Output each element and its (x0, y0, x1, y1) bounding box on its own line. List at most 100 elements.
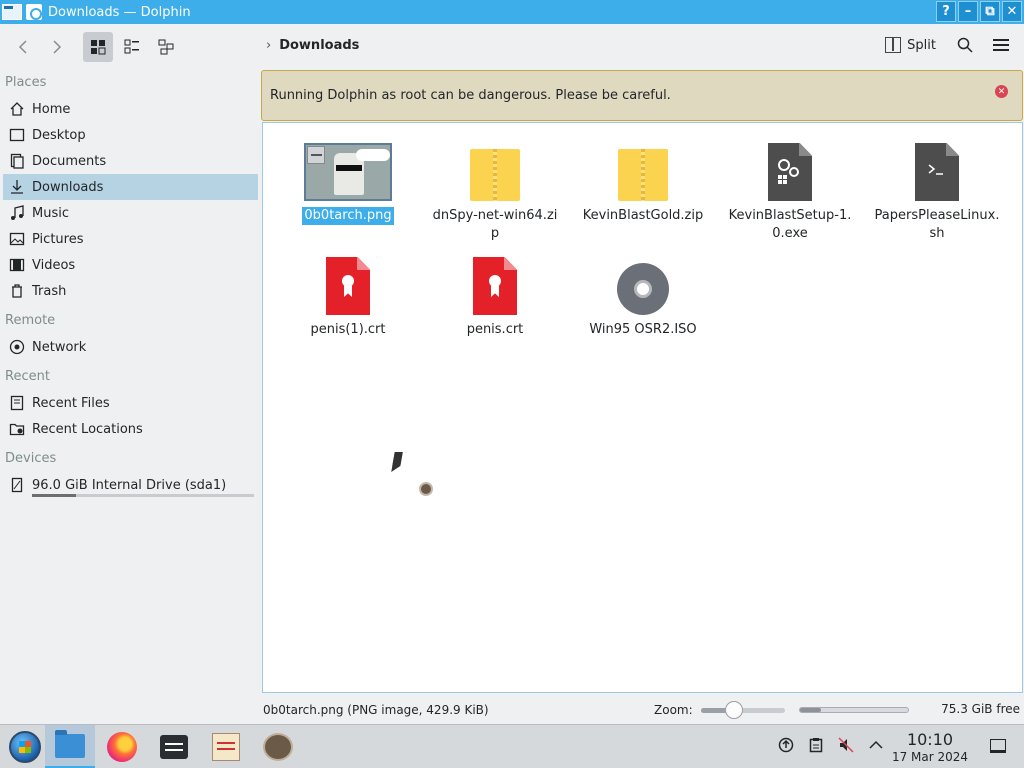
sidebar-item-trash[interactable]: Trash (0, 278, 262, 304)
image-thumbnail-icon (304, 143, 392, 201)
split-view-icon (885, 37, 902, 53)
file-item-paperspleaselinux[interactable]: PapersPleaseLinux.sh (872, 135, 1002, 243)
breadcrumb-current[interactable]: Downloads (279, 38, 359, 53)
task-firefox[interactable] (97, 725, 147, 768)
banner-close-icon[interactable]: ✕ (995, 85, 1008, 98)
compact-view-button[interactable] (117, 32, 147, 62)
recent-section-title: Recent (5, 369, 50, 384)
digital-clock[interactable]: 10:10 17 Mar 2024 (880, 731, 980, 765)
file-name: dnSpy-net-win64.zip (432, 208, 558, 241)
zoom-label: Zoom: (654, 703, 693, 717)
close-button[interactable]: ✕ (1002, 1, 1022, 22)
root-warning-banner: Running Dolphin as root can be dangerous… (261, 70, 1023, 121)
task-dolphin[interactable] (45, 725, 95, 768)
sidebar-item-home[interactable]: Home (0, 96, 262, 122)
zoom-slider-handle[interactable] (725, 700, 744, 719)
taskbar: 10:10 17 Mar 2024 (0, 724, 1024, 768)
hamburger-menu-button[interactable] (988, 32, 1014, 58)
breadcrumb-chevron-icon: › (266, 38, 272, 53)
start-menu-button[interactable] (0, 725, 50, 768)
videos-icon (8, 257, 26, 273)
sidebar-item-label: Documents (32, 153, 107, 169)
sidebar-item-label: Recent Locations (32, 421, 143, 437)
free-space-bar (798, 707, 909, 713)
volume-muted-icon[interactable] (838, 737, 854, 753)
shell-script-icon (915, 143, 959, 201)
minimize-button[interactable]: – (958, 1, 978, 22)
drive-usage-bar (32, 494, 254, 497)
file-name: PapersPleaseLinux.sh (874, 208, 1000, 241)
sidebar-item-downloads[interactable]: Downloads (3, 174, 258, 200)
sidebar-item-label: Downloads (32, 179, 104, 195)
selection-info: 0b0tarch.png (PNG image, 429.9 KiB) (263, 703, 489, 717)
sidebar-item-recent-locations[interactable]: Recent Locations (0, 416, 262, 442)
devices-section-title: Devices (5, 451, 57, 466)
icons-view-button[interactable] (83, 32, 113, 62)
file-item-dnspy[interactable]: dnSpy-net-win64.zip (430, 135, 560, 243)
toolbar: › Downloads Split (0, 24, 1024, 70)
file-item-0b0tarch[interactable]: 0b0tarch.png (283, 135, 413, 225)
gimp-drag-icon (419, 482, 433, 496)
file-item-kevinblastsetup[interactable]: KevinBlastSetup-1.0.exe (725, 135, 855, 243)
file-name: KevinBlastGold.zip (582, 208, 704, 223)
sidebar-item-videos[interactable]: Videos (0, 252, 262, 278)
maximize-button[interactable]: ⧉ (980, 1, 1000, 22)
zoom-slider[interactable] (700, 700, 785, 719)
sidebar-item-label: Music (32, 205, 69, 221)
firefox-icon (107, 732, 137, 762)
file-name: 0b0tarch.png (302, 207, 394, 225)
forward-icon (53, 40, 62, 54)
select-toggle-icon[interactable] (307, 146, 325, 164)
pictures-icon (8, 231, 26, 247)
file-name: Win95 OSR2.ISO (589, 322, 697, 337)
split-button[interactable]: Split (879, 33, 942, 57)
file-item-kevinblastgold[interactable]: KevinBlastGold.zip (578, 135, 708, 225)
file-item-penis-crt[interactable]: penis.crt (430, 249, 560, 339)
file-item-penis1-crt[interactable]: penis(1).crt (283, 249, 413, 339)
banner-message: Running Dolphin as root can be dangerous… (270, 88, 671, 103)
sidebar-item-label: Recent Files (32, 395, 110, 411)
sidebar-item-network[interactable]: Network (0, 334, 262, 360)
search-button[interactable] (952, 32, 978, 58)
zip-archive-icon (470, 149, 520, 201)
task-konsole[interactable] (149, 725, 199, 768)
window-menu-icon[interactable] (2, 4, 22, 20)
back-icon (18, 40, 27, 54)
disc-image-icon (617, 263, 669, 315)
title-bar: Downloads — Dolphin ? – ⧉ ✕ (0, 0, 1024, 24)
back-button[interactable] (8, 32, 38, 62)
sidebar-item-desktop[interactable]: Desktop (0, 122, 262, 148)
details-view-button[interactable] (151, 32, 181, 62)
task-text-editor[interactable] (201, 725, 251, 768)
sidebar-item-music[interactable]: Music (0, 200, 262, 226)
drive-icon (8, 477, 26, 493)
sidebar-item-pictures[interactable]: Pictures (0, 226, 262, 252)
dolphin-app-icon (26, 4, 42, 20)
sidebar-item-label: Home (32, 101, 71, 117)
split-label: Split (907, 37, 936, 53)
trash-icon (8, 283, 26, 299)
file-name: penis.crt (466, 322, 524, 337)
sidebar-item-documents[interactable]: Documents (0, 148, 262, 174)
compact-view-icon (124, 39, 139, 54)
start-menu-icon (9, 731, 41, 763)
clipboard-icon[interactable] (808, 737, 824, 753)
zip-archive-icon (618, 149, 668, 201)
task-gimp[interactable] (253, 725, 303, 768)
show-desktop-icon[interactable] (990, 739, 1006, 753)
forward-button[interactable] (42, 32, 72, 62)
file-view[interactable]: 0b0tarch.png dnSpy-net-win64.zip KevinBl… (262, 122, 1023, 693)
executable-icon (768, 143, 812, 201)
recent-files-icon (8, 395, 26, 411)
file-item-win95-iso[interactable]: Win95 OSR2.ISO (578, 249, 708, 339)
help-button[interactable]: ? (936, 1, 956, 22)
icons-view-icon (91, 40, 106, 55)
konsole-icon (160, 735, 188, 759)
sidebar-item-label: Network (32, 339, 87, 355)
clock-date: 17 Mar 2024 (891, 750, 969, 764)
network-tray-icon[interactable] (778, 737, 794, 753)
sidebar-item-recent-files[interactable]: Recent Files (0, 390, 262, 416)
details-view-icon (158, 39, 174, 55)
breadcrumb[interactable]: › Downloads (266, 38, 359, 53)
free-space-fill (799, 708, 822, 712)
